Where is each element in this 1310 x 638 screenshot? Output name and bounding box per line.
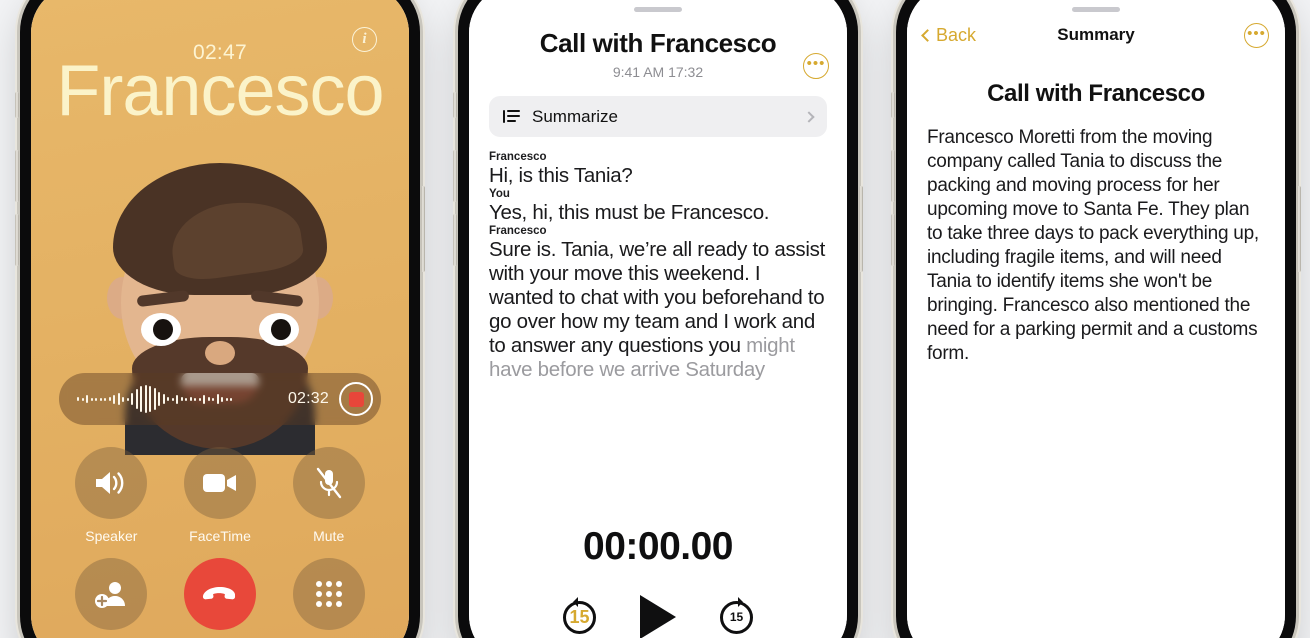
transcript-speaker: Francesco — [489, 225, 547, 237]
summary-sheet: Back Summary ••• Call with Francesco Fra… — [907, 0, 1285, 638]
summary-body: Francesco Moretti from the moving compan… — [927, 127, 1259, 364]
power-button[interactable] — [421, 186, 425, 272]
phone-mockup-stage: 02:47 i Francesco 02:32 Speaker FaceTime… — [0, 0, 1310, 638]
speaker-glyph — [96, 472, 124, 494]
phone-frame-1: 02:47 i Francesco 02:32 Speaker FaceTime… — [15, 0, 425, 638]
keypad-icon[interactable] — [292, 558, 365, 630]
transcript-speaker: Francesco — [489, 151, 547, 163]
silent-switch-button[interactable] — [15, 92, 19, 118]
keypad-glyph — [315, 581, 342, 607]
add-contact-control[interactable] — [57, 558, 166, 630]
end-call-control[interactable] — [166, 558, 275, 630]
transcript-list: Francesco Hi, is this Tania? You Yes, hi… — [469, 137, 847, 382]
transcript-speaker: You — [489, 188, 510, 200]
hangup-phone-icon[interactable] — [184, 558, 256, 630]
speaker-control[interactable]: Speaker — [57, 447, 166, 544]
record-stop-button[interactable] — [339, 382, 373, 416]
volume-up-button[interactable] — [453, 150, 457, 202]
summary-title: Call with Francesco — [987, 80, 1205, 107]
skip-forward-label: 15 — [729, 610, 744, 624]
transcript-sheet: Call with Francesco 9:41 AM 17:32 ••• Su… — [469, 0, 847, 638]
phone-frame-3: Back Summary ••• Call with Francesco Fra… — [891, 0, 1301, 638]
mute-label: Mute — [313, 528, 345, 544]
transcript-text: Yes, hi, this must be Francesco. — [489, 201, 770, 224]
player-buttons: 15 15 — [469, 595, 847, 638]
transcript-text: Hi, is this Tania? — [489, 164, 633, 187]
volume-up-button[interactable] — [891, 150, 895, 202]
skip-forward-arrow — [738, 596, 748, 607]
add-person-icon[interactable] — [75, 558, 148, 630]
volume-down-button[interactable] — [453, 214, 457, 266]
volume-down-button[interactable] — [15, 214, 19, 266]
hangup-glyph — [202, 587, 236, 600]
phone-transcript-screen: Call with Francesco 9:41 AM 17:32 ••• Su… — [453, 0, 863, 638]
summarize-icon — [503, 109, 520, 125]
transcript-entry: Francesco Hi, is this Tania? — [489, 151, 827, 188]
mute-control[interactable]: Mute — [274, 447, 383, 544]
call-controls-row-1: Speaker FaceTime Mute — [57, 447, 383, 544]
call-controls: Speaker FaceTime Mute — [57, 447, 383, 638]
facetime-control[interactable]: FaceTime — [166, 447, 275, 544]
sheet-title: Call with Francesco — [539, 28, 777, 58]
summarize-row[interactable]: Summarize — [489, 96, 827, 137]
volume-up-button[interactable] — [15, 150, 19, 202]
summary-navbar: Back Summary ••• — [907, 12, 1285, 58]
power-button[interactable] — [1297, 186, 1301, 272]
speaker-icon[interactable] — [75, 447, 148, 519]
nav-title: Summary — [1057, 25, 1135, 44]
skip-back-15-icon[interactable]: 15 — [563, 596, 596, 634]
skip-forward-15-icon[interactable]: 15 — [720, 596, 753, 634]
phone-frame-2: Call with Francesco 9:41 AM 17:32 ••• Su… — [453, 0, 863, 638]
sheet-subtitle: 9:41 AM 17:32 — [612, 64, 704, 80]
summarize-label: Summarize — [532, 106, 618, 126]
speaker-label: Speaker — [85, 528, 138, 544]
video-camera-icon[interactable] — [184, 447, 256, 519]
facetime-label: FaceTime — [189, 528, 251, 544]
call-controls-row-2 — [57, 558, 383, 630]
add-person-glyph — [95, 582, 126, 608]
skip-back-arrow — [568, 596, 578, 607]
transcript-entry: Francesco Sure is. Tania, we’re all read… — [489, 225, 827, 382]
skip-back-label: 15 — [569, 606, 590, 627]
power-button[interactable] — [859, 186, 863, 272]
video-camera-glyph — [203, 474, 236, 492]
more-ellipsis-icon[interactable]: ••• — [803, 53, 829, 79]
audio-waveform — [77, 385, 278, 413]
transcript-text: Sure is. Tania, we’re all ready to assis… — [489, 238, 827, 382]
microphone-muted-icon[interactable] — [292, 447, 365, 519]
caller-name: Francesco — [56, 51, 384, 131]
sheet-grabber[interactable] — [634, 7, 682, 12]
recording-bar: 02:32 — [59, 373, 381, 425]
chevron-right-icon — [803, 110, 815, 123]
mic-muted-glyph — [316, 467, 341, 499]
phone-summary-screen: Back Summary ••• Call with Francesco Fra… — [891, 0, 1301, 638]
silent-switch-button[interactable] — [891, 92, 895, 118]
info-icon[interactable]: i — [352, 27, 377, 52]
recording-elapsed: 02:32 — [287, 390, 329, 407]
player-time: 00:00.00 — [583, 525, 733, 568]
phone-3-screen: Back Summary ••• Call with Francesco Fra… — [907, 0, 1285, 638]
audio-player: 00:00.00 15 15 — [469, 525, 847, 638]
phone-1-screen: 02:47 i Francesco 02:32 Speaker FaceTime… — [31, 0, 409, 638]
more-ellipsis-icon[interactable]: ••• — [1244, 23, 1269, 48]
transcript-entry: You Yes, hi, this must be Francesco. — [489, 188, 827, 225]
play-icon[interactable] — [640, 595, 676, 638]
volume-down-button[interactable] — [891, 214, 895, 266]
silent-switch-button[interactable] — [453, 92, 457, 118]
keypad-control[interactable] — [274, 558, 383, 630]
phone-call-screen: 02:47 i Francesco 02:32 Speaker FaceTime… — [15, 0, 425, 638]
phone-2-screen: Call with Francesco 9:41 AM 17:32 ••• Su… — [469, 0, 847, 638]
